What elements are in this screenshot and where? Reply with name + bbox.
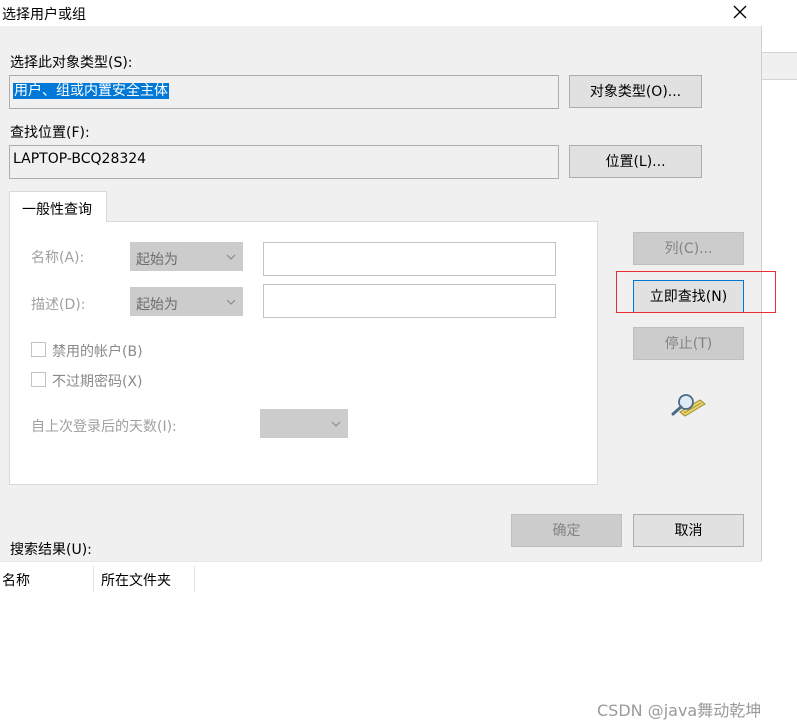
non-expiring-password-checkbox[interactable] [31,372,46,387]
name-mode-value: 起始为 [136,252,178,268]
name-input[interactable] [263,242,556,276]
column-divider[interactable] [194,566,195,592]
location-label: 查找位置(F): [10,125,90,141]
background-window-strip [762,52,797,80]
object-type-value: 用户、组或内置安全主体 [13,83,169,99]
background-window [762,0,797,726]
column-divider[interactable] [93,566,94,592]
name-mode-select[interactable]: 起始为 [130,242,243,271]
ok-button[interactable]: 确定 [511,514,622,547]
columns-button[interactable]: 列(C)... [633,232,744,265]
select-users-dialog: 选择用户或组 选择此对象类型(S): 用户、组或内置安全主体 对象类型(O)..… [0,0,776,726]
column-header-folder[interactable]: 所在文件夹 [101,570,171,590]
days-since-logon-select[interactable] [260,409,348,438]
object-types-button[interactable]: 对象类型(O)... [569,75,702,108]
cancel-button[interactable]: 取消 [633,514,744,547]
close-button[interactable] [727,1,753,25]
non-expiring-password-label: 不过期密码(X) [52,374,143,390]
chevron-down-icon [331,421,341,427]
description-label: 描述(D): [31,297,86,313]
disabled-accounts-label: 禁用的帐户(B) [52,344,143,360]
name-label: 名称(A): [31,250,85,266]
dialog-title: 选择用户或组 [2,7,86,23]
highlight-box [616,271,776,313]
locations-button[interactable]: 位置(L)... [569,145,702,178]
days-since-logon-label: 自上次登录后的天数(I): [31,419,177,435]
disabled-accounts-checkbox[interactable] [31,342,46,357]
column-header-name[interactable]: 名称 [2,570,30,590]
description-input[interactable] [263,284,556,318]
chevron-down-icon [226,254,236,260]
watermark: CSDN @java舞动乾坤 [597,701,762,720]
tab-general-query[interactable]: 一般性查询 [9,191,107,222]
location-field[interactable]: LAPTOP-BCQ28324 [9,145,559,179]
object-type-field[interactable]: 用户、组或内置安全主体 [9,75,559,109]
search-animation-icon [671,394,706,417]
description-mode-select[interactable]: 起始为 [130,287,243,316]
search-results-label: 搜索结果(U): [10,542,92,558]
close-icon [733,5,747,19]
object-type-label: 选择此对象类型(S): [10,55,133,71]
description-mode-value: 起始为 [136,297,178,313]
chevron-down-icon [226,299,236,305]
stop-button[interactable]: 停止(T) [633,327,744,360]
title-bar: 选择用户或组 [0,0,762,26]
